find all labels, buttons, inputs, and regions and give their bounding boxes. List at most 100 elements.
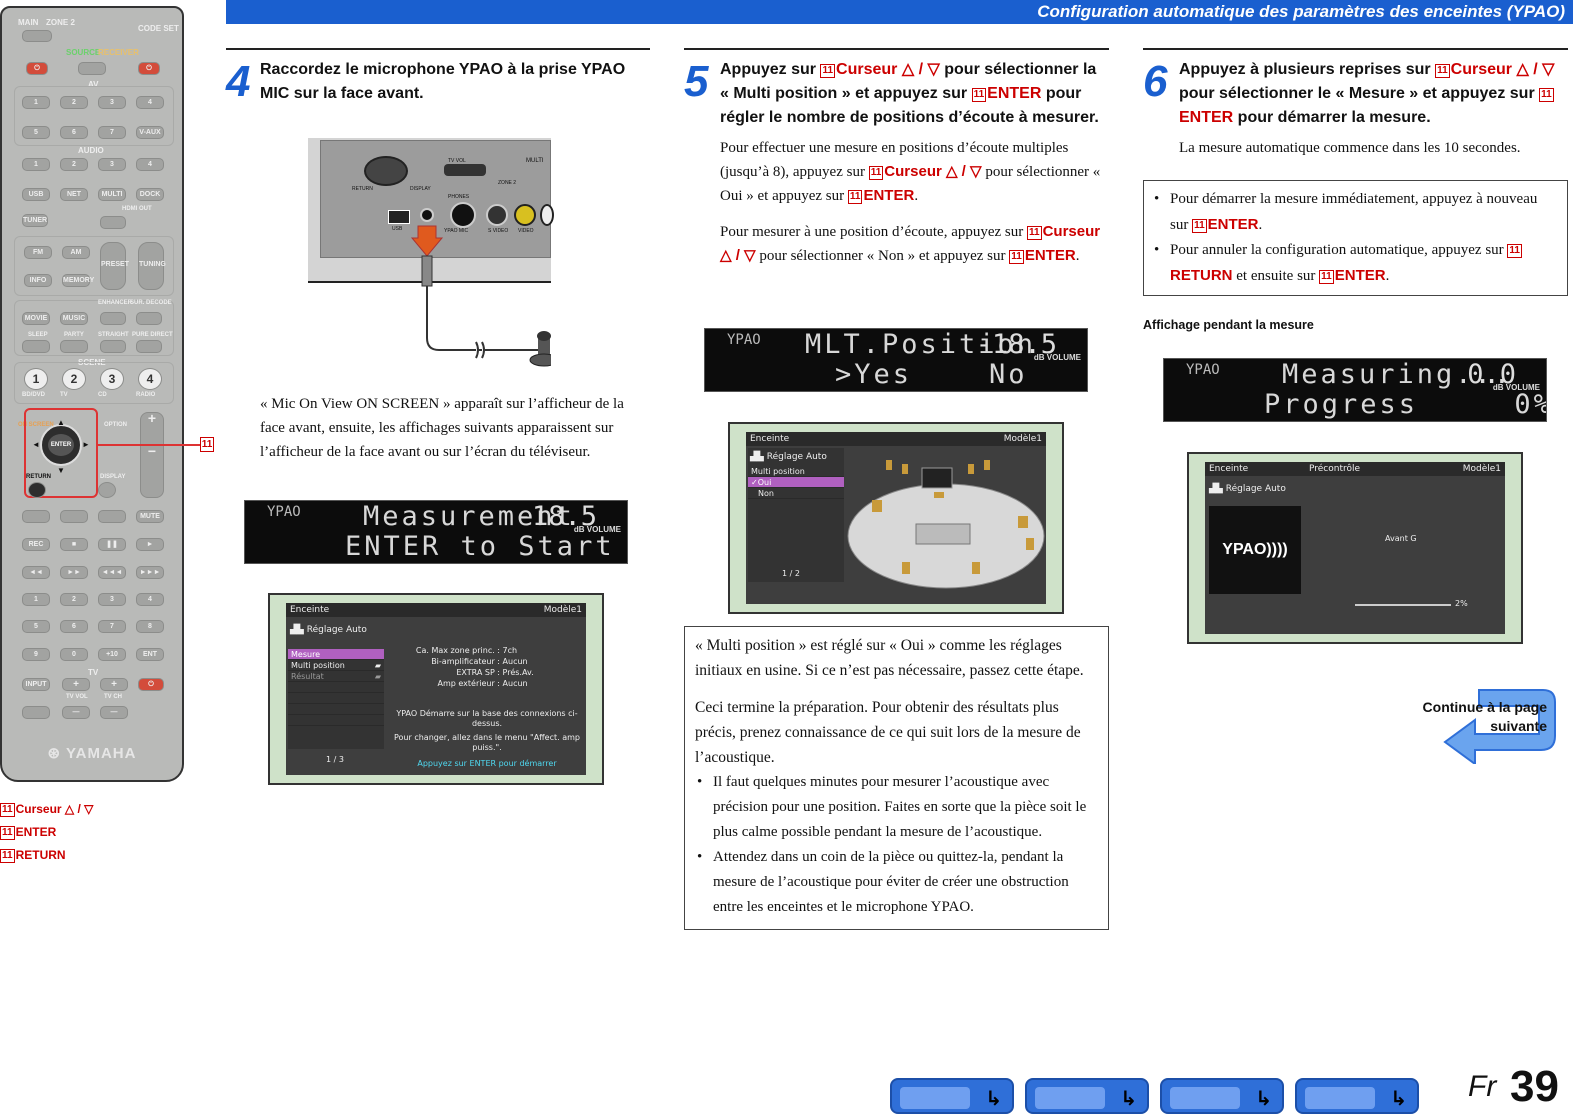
- scene-button-0[interactable]: 1: [24, 368, 48, 390]
- step-5-p1: Pour effectuer une mesure en positions d…: [720, 140, 1101, 204]
- preset-rocker[interactable]: PRESET: [100, 242, 129, 290]
- transport-button-3[interactable]: ►: [136, 538, 164, 551]
- mute-button[interactable]: MUTE: [136, 510, 164, 523]
- main-label: MAIN: [18, 18, 39, 27]
- osd-item-non[interactable]: Non: [748, 488, 844, 499]
- transport-button-0[interactable]: REC: [22, 538, 50, 551]
- audio-button-0[interactable]: 1: [22, 158, 50, 171]
- zone-switch[interactable]: [22, 30, 52, 42]
- num-button-b-2[interactable]: 7: [98, 620, 126, 633]
- source-button-1[interactable]: NET: [60, 188, 88, 201]
- return-button[interactable]: [28, 482, 46, 498]
- music-button[interactable]: MUSIC: [60, 312, 88, 325]
- tv-input-button[interactable]: INPUT: [22, 678, 50, 691]
- nav-button-4[interactable]: ↳: [1295, 1078, 1419, 1114]
- step-6-number: 6: [1143, 57, 1168, 106]
- party-button[interactable]: [60, 340, 88, 353]
- continue-arrow[interactable]: Continue à la page suivante: [1423, 680, 1567, 764]
- scene-button-1[interactable]: 2: [62, 368, 86, 390]
- receiver-power-button[interactable]: ⏻: [138, 62, 160, 75]
- source-select-button[interactable]: [78, 62, 106, 75]
- volume-rocker[interactable]: + −: [140, 411, 164, 498]
- cursor-up-icon[interactable]: ▲: [57, 418, 65, 427]
- num-button-c-0[interactable]: 9: [22, 648, 50, 661]
- transport-button-b-2[interactable]: ◄◄◄: [98, 566, 126, 579]
- straight-button[interactable]: [100, 340, 126, 353]
- cursor-right-icon[interactable]: ►: [82, 440, 90, 449]
- enter-button[interactable]: ENTER: [48, 434, 74, 456]
- num-button-b-0[interactable]: 5: [22, 620, 50, 633]
- note-p1: « Multi position » est réglé sur « Oui »…: [695, 637, 1084, 679]
- tv-ch-down[interactable]: —: [100, 706, 128, 719]
- num-button-c-2[interactable]: +10: [98, 648, 126, 661]
- audio-button-2[interactable]: 3: [98, 158, 126, 171]
- tv-vol-down[interactable]: —: [62, 706, 90, 719]
- nav-button-1[interactable]: ↳: [890, 1078, 1014, 1114]
- scene-button-2[interactable]: 3: [100, 368, 124, 390]
- av-button-3[interactable]: 4: [136, 96, 164, 109]
- osd-enceinte: Enceinte: [750, 434, 790, 444]
- scene-button-3[interactable]: 4: [138, 368, 162, 390]
- cursor-pad[interactable]: ENTER ▲ ▼ ◄ ►: [32, 414, 90, 492]
- av-button-0[interactable]: 1: [22, 96, 50, 109]
- num-button-b-3[interactable]: 8: [136, 620, 164, 633]
- av-button-b-3[interactable]: V-AUX: [136, 126, 164, 139]
- source-button-2[interactable]: MULTI: [98, 188, 126, 201]
- source-button-3[interactable]: DOCK: [136, 188, 164, 201]
- enhancer-button[interactable]: [100, 312, 126, 325]
- osd-item-oui[interactable]: ✓Oui: [748, 477, 844, 488]
- source-power-button[interactable]: ⏻: [26, 62, 48, 75]
- num-button-c-3[interactable]: ENT: [136, 648, 164, 661]
- jump-arrow-icon: ↳: [1120, 1086, 1137, 1110]
- transport-button-b-0[interactable]: ◄◄: [22, 566, 50, 579]
- transport-button-b-1[interactable]: ►►: [60, 566, 88, 579]
- av-button-1[interactable]: 2: [60, 96, 88, 109]
- cursor-down-icon[interactable]: ▼: [57, 466, 65, 475]
- transport-button-2[interactable]: ❚❚: [98, 538, 126, 551]
- audio-button-3[interactable]: 4: [136, 158, 164, 171]
- top-menu-button[interactable]: [22, 510, 50, 523]
- osd-item-multi[interactable]: Multi position ▰: [288, 660, 384, 671]
- tv-vol-rocker[interactable]: +: [62, 678, 90, 691]
- display-button[interactable]: [98, 482, 116, 498]
- tuner-button[interactable]: TUNER: [22, 214, 48, 227]
- panel-icon: [1035, 1087, 1105, 1109]
- movie-button[interactable]: MOVIE: [22, 312, 50, 325]
- sleep-button[interactable]: [22, 340, 50, 353]
- nav-button-2[interactable]: ↳: [1025, 1078, 1149, 1114]
- audio-button-1[interactable]: 2: [60, 158, 88, 171]
- num-button-b-1[interactable]: 6: [60, 620, 88, 633]
- source-button-0[interactable]: USB: [22, 188, 50, 201]
- tv-ch-rocker[interactable]: +: [100, 678, 128, 691]
- tv-mute-button[interactable]: [22, 706, 50, 719]
- av-button-2[interactable]: 3: [98, 96, 126, 109]
- cursor-left-icon[interactable]: ◄: [32, 440, 40, 449]
- num-button-2[interactable]: 3: [98, 593, 126, 606]
- osd-item-resultat[interactable]: Résultat ▰: [288, 671, 384, 682]
- jump-arrow-icon: ↳: [985, 1086, 1002, 1110]
- hdmi-out-button[interactable]: [100, 216, 126, 229]
- transport-button-b-3[interactable]: ►►►: [136, 566, 164, 579]
- av-button-b-0[interactable]: 5: [22, 126, 50, 139]
- lcd-ypao-tag: YPAO: [727, 332, 761, 348]
- num-button-3[interactable]: 4: [136, 593, 164, 606]
- osd-item-mesure[interactable]: Mesure: [288, 649, 384, 660]
- av-button-b-1[interactable]: 6: [60, 126, 88, 139]
- num-button-0[interactable]: 1: [22, 593, 50, 606]
- num-button-1[interactable]: 2: [60, 593, 88, 606]
- tv-power-button[interactable]: ⏻: [138, 678, 164, 691]
- home-button[interactable]: [60, 510, 88, 523]
- info-button[interactable]: INFO: [24, 274, 52, 287]
- num-button-c-1[interactable]: 0: [60, 648, 88, 661]
- nav-button-3[interactable]: ↳: [1160, 1078, 1284, 1114]
- tuning-rocker[interactable]: TUNING: [138, 242, 166, 290]
- av-button-b-2[interactable]: 7: [98, 126, 126, 139]
- transport-button-1[interactable]: ■: [60, 538, 88, 551]
- popup-button[interactable]: [98, 510, 126, 523]
- pure-direct-button[interactable]: [136, 340, 162, 353]
- memory-button[interactable]: MEMORY: [62, 274, 94, 287]
- am-button[interactable]: AM: [62, 246, 90, 259]
- fm-button[interactable]: FM: [24, 246, 52, 259]
- sur-decode-button[interactable]: [136, 312, 162, 325]
- osd-menu-title: Réglage Auto: [306, 625, 367, 635]
